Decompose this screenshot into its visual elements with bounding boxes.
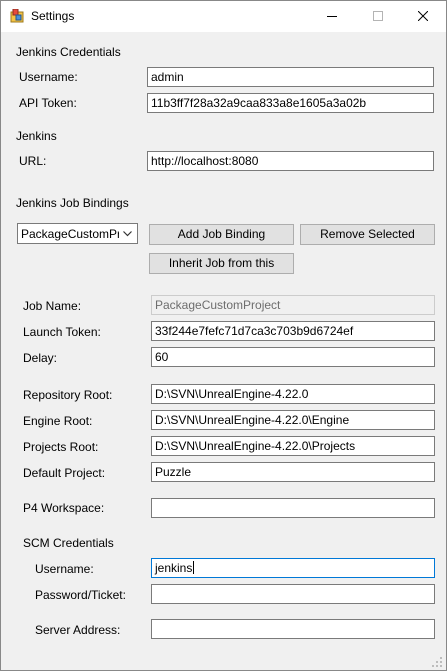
job-name-label: Job Name: bbox=[23, 299, 82, 313]
scm-username-value: jenkins bbox=[155, 561, 193, 575]
app-icon bbox=[10, 9, 24, 23]
close-icon bbox=[418, 11, 428, 21]
username-field[interactable]: admin bbox=[147, 67, 434, 87]
scm-credentials-heading: SCM Credentials bbox=[23, 536, 114, 550]
default-project-field[interactable]: Puzzle bbox=[151, 462, 435, 482]
minimize-icon bbox=[327, 16, 337, 17]
p4-workspace-field[interactable] bbox=[151, 498, 435, 518]
projects-root-label: Projects Root: bbox=[23, 440, 99, 454]
minimize-button[interactable] bbox=[309, 1, 355, 32]
launch-token-label: Launch Token: bbox=[23, 325, 101, 339]
password-ticket-field[interactable] bbox=[151, 584, 435, 604]
api-token-field[interactable]: 11b3ff7f28a32a9caa833a8e1605a3a02b bbox=[147, 93, 434, 113]
job-bindings-heading: Jenkins Job Bindings bbox=[16, 196, 129, 210]
delay-label: Delay: bbox=[23, 351, 58, 365]
scm-username-label: Username: bbox=[35, 562, 94, 576]
maximize-button[interactable] bbox=[355, 1, 401, 32]
settings-window: Settings Jenkins Credentials Username: a… bbox=[0, 0, 447, 671]
engine-root-field[interactable]: D:\SVN\UnrealEngine-4.22.0\Engine bbox=[151, 410, 435, 430]
url-label: URL: bbox=[19, 154, 47, 168]
job-binding-select[interactable]: PackageCustomProject bbox=[17, 223, 138, 244]
resize-grip-icon[interactable] bbox=[431, 656, 443, 668]
remove-selected-button[interactable]: Remove Selected bbox=[300, 224, 435, 245]
scm-username-field[interactable]: jenkins bbox=[151, 558, 435, 578]
api-token-label: API Token: bbox=[19, 96, 77, 110]
repository-root-field[interactable]: D:\SVN\UnrealEngine-4.22.0 bbox=[151, 384, 435, 404]
window-title: Settings bbox=[31, 9, 75, 23]
default-project-label: Default Project: bbox=[23, 466, 106, 480]
text-caret bbox=[193, 561, 195, 574]
jenkins-credentials-heading: Jenkins Credentials bbox=[16, 45, 121, 59]
server-address-label: Server Address: bbox=[35, 623, 121, 637]
repository-root-label: Repository Root: bbox=[23, 388, 113, 402]
chevron-down-icon bbox=[123, 231, 132, 237]
add-job-binding-button[interactable]: Add Job Binding bbox=[149, 224, 294, 245]
engine-root-label: Engine Root: bbox=[23, 414, 93, 428]
launch-token-field[interactable]: 33f244e7fefc71d7ca3c703b9d6724ef bbox=[151, 321, 435, 341]
job-binding-selected-value: PackageCustomProject bbox=[21, 227, 119, 241]
job-name-field: PackageCustomProject bbox=[151, 295, 435, 315]
username-label: Username: bbox=[19, 70, 78, 84]
close-button[interactable] bbox=[400, 1, 446, 32]
title-bar[interactable]: Settings bbox=[1, 1, 446, 32]
server-address-field[interactable] bbox=[151, 619, 435, 639]
inherit-job-button[interactable]: Inherit Job from this bbox=[149, 253, 294, 274]
jenkins-heading: Jenkins bbox=[16, 129, 57, 143]
password-ticket-label: Password/Ticket: bbox=[35, 588, 126, 602]
projects-root-field[interactable]: D:\SVN\UnrealEngine-4.22.0\Projects bbox=[151, 436, 435, 456]
url-field[interactable]: http://localhost:8080 bbox=[147, 151, 434, 171]
delay-field[interactable]: 60 bbox=[151, 347, 435, 367]
maximize-icon bbox=[373, 11, 383, 21]
p4-workspace-label: P4 Workspace: bbox=[23, 501, 105, 515]
